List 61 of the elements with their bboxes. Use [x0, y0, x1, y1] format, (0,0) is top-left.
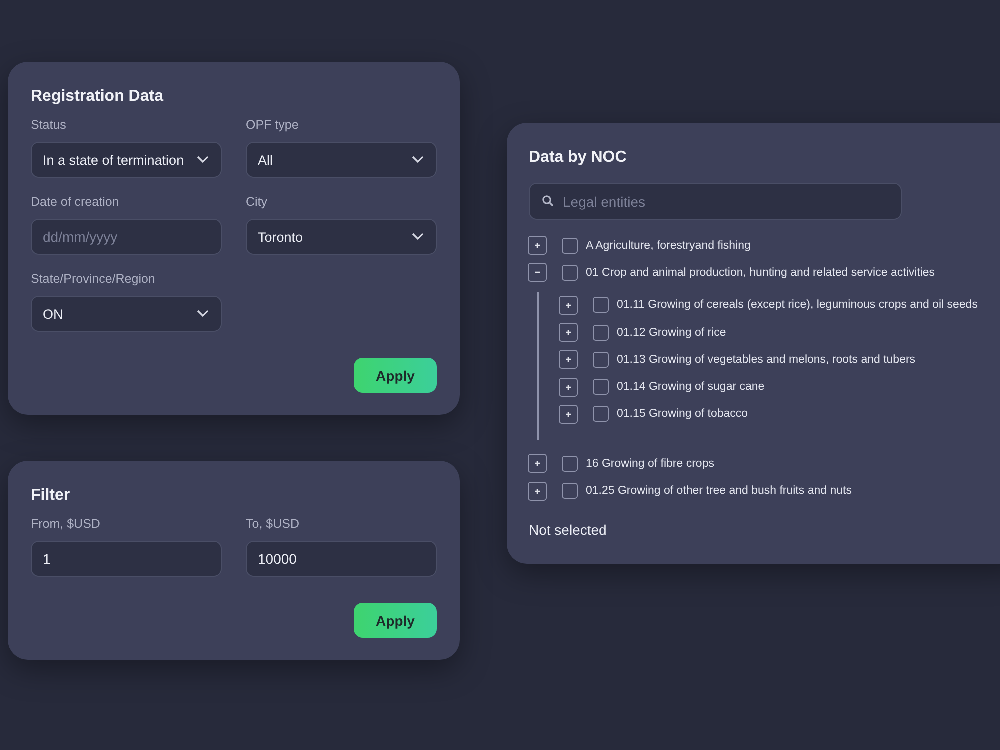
card-title: Registration Data [31, 88, 165, 106]
search-field[interactable]: Legal entities [529, 183, 902, 220]
collapse-button[interactable] [528, 263, 547, 282]
checkbox[interactable] [562, 456, 578, 472]
tree-item[interactable]: 01.15 Growing of tobacco [617, 408, 748, 420]
input-field[interactable]: 1 [31, 541, 222, 577]
apply-button[interactable]: Apply [354, 603, 437, 638]
field-label: From, $USD [31, 517, 102, 531]
plus-icon [565, 410, 572, 418]
tree-item[interactable]: 01.25 Growing of other tree and bush fruits and nuts [586, 485, 852, 498]
card-title: Data by NOC [529, 149, 628, 167]
apply-button[interactable]: Apply [354, 358, 437, 393]
checkbox[interactable] [562, 238, 578, 254]
dropdown[interactable]: All [246, 142, 437, 178]
expand-button[interactable] [528, 454, 547, 474]
checkbox[interactable] [593, 379, 609, 396]
field-label: State/Province/Region [31, 272, 156, 286]
field-label: OPF type [246, 118, 300, 132]
tree-item[interactable]: 16 Growing of fibre crops [586, 458, 714, 470]
checkbox[interactable] [562, 264, 578, 281]
checkbox[interactable] [593, 352, 609, 368]
plus-icon [565, 356, 572, 364]
checkbox[interactable] [593, 324, 609, 341]
input-field[interactable]: dd/mm/yyyy [31, 219, 222, 255]
plus-icon [534, 242, 541, 250]
chevron-down-icon [412, 233, 424, 241]
expand-button[interactable] [528, 236, 547, 256]
expand-button[interactable] [559, 404, 578, 424]
tree-item[interactable]: 01.13 Growing of vegetables and melons, roots and tubers [617, 354, 916, 366]
tree-item[interactable]: 01.14 Growing of sugar cane [617, 381, 765, 394]
expand-button[interactable] [559, 350, 578, 370]
dropdown[interactable]: ON [31, 296, 222, 332]
selection-status: Not selected [529, 522, 608, 538]
expand-button[interactable] [528, 482, 547, 501]
tree-item[interactable]: 01.11 Growing of cereals (except rice), leguminous crops and oil seeds [617, 299, 978, 312]
checkbox[interactable] [593, 406, 609, 422]
tree-item[interactable]: 01 Crop and animal production, hunting and related service activities [586, 266, 936, 279]
expand-button[interactable] [559, 378, 578, 397]
field-label: Date of creation [31, 195, 120, 209]
chevron-down-icon [412, 156, 424, 164]
checkbox[interactable] [593, 297, 609, 314]
checkbox[interactable] [562, 483, 578, 500]
input-field[interactable]: 10000 [246, 541, 437, 577]
dropdown[interactable]: In a state of termination [31, 142, 222, 178]
tree-item[interactable]: A Agriculture, forestryand fishing [586, 240, 751, 252]
chevron-down-icon [197, 156, 209, 164]
chevron-down-icon [197, 310, 209, 318]
field-label: City [246, 195, 269, 209]
tree-item[interactable]: 01.12 Growing of rice [617, 326, 726, 339]
plus-icon [534, 488, 541, 495]
expand-button[interactable] [559, 296, 578, 315]
expand-button[interactable] [559, 323, 578, 342]
plus-icon [565, 384, 572, 391]
search-icon [542, 195, 554, 207]
field-label: Status [31, 118, 68, 132]
plus-icon [565, 329, 572, 336]
plus-icon [534, 460, 541, 468]
card-title: Filter [31, 487, 72, 505]
field-label: To, $USD [246, 517, 300, 531]
plus-icon [565, 302, 572, 309]
dropdown[interactable]: Toronto [246, 219, 437, 255]
